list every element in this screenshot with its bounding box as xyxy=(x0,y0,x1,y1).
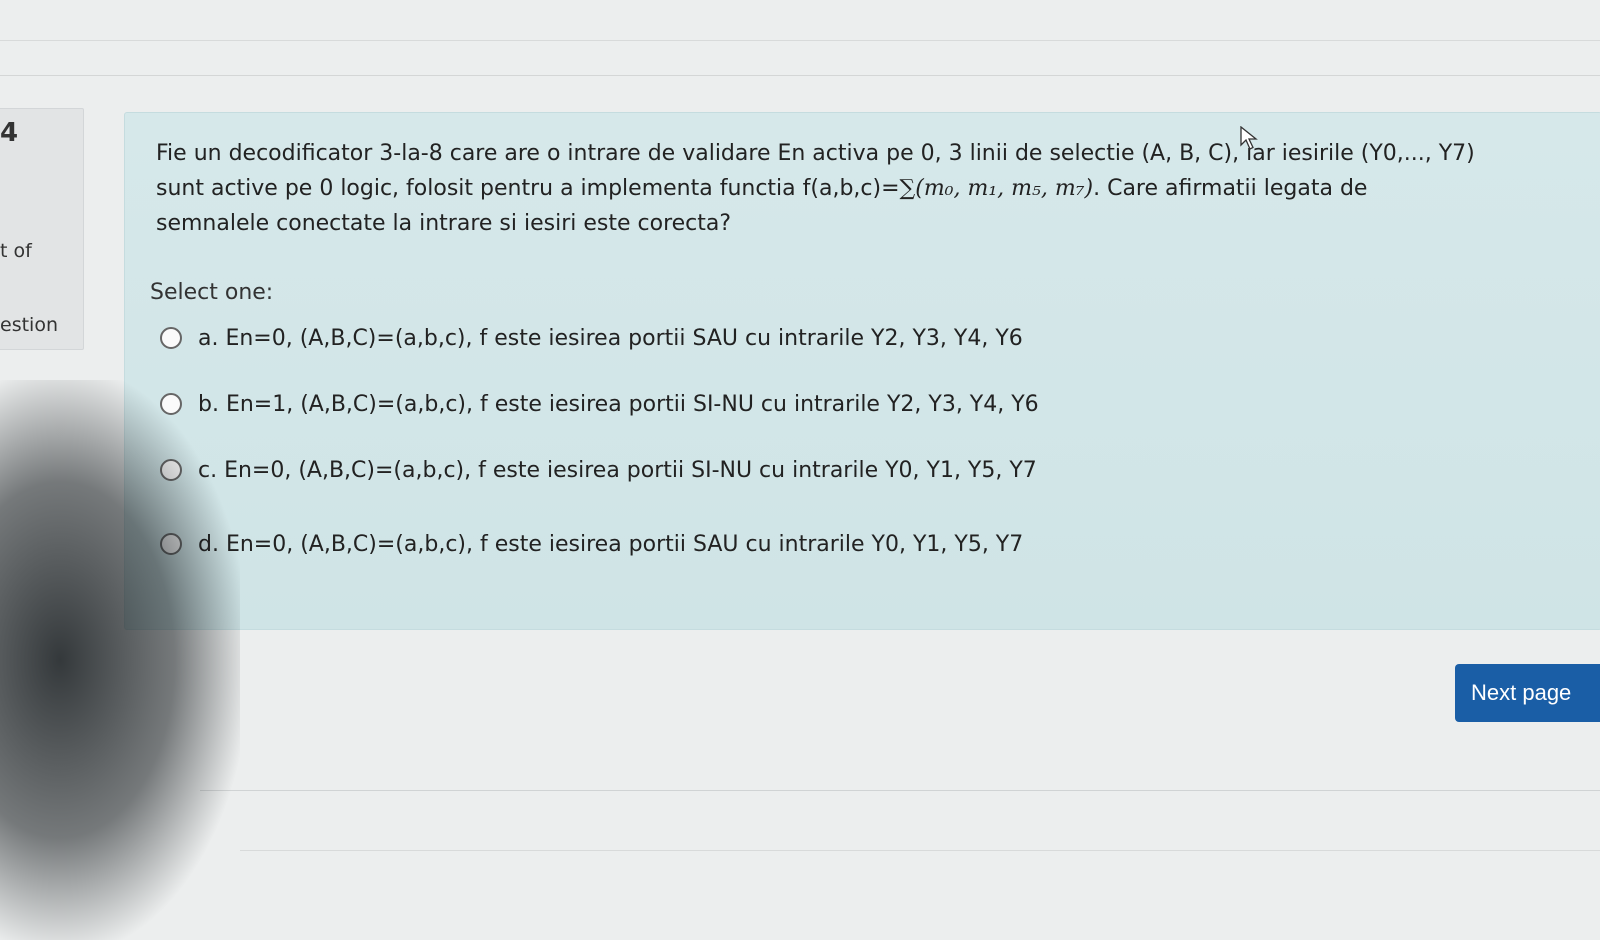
top-divider-2 xyxy=(0,75,1600,76)
answer-option-d[interactable]: d. En=0, (A,B,C)=(a,b,c), f este iesirea… xyxy=(160,526,1023,562)
select-one-label: Select one: xyxy=(150,280,274,305)
question-formula: ∑(m₀, m₁, m₅, m₇) xyxy=(899,176,1094,201)
bottom-divider-2 xyxy=(240,850,1600,851)
question-out-of: t of xyxy=(0,240,32,262)
top-divider xyxy=(0,40,1600,41)
question-number: 4 xyxy=(0,118,19,148)
question-text: Fie un decodificator 3-la-8 care are o i… xyxy=(156,136,1486,241)
option-label-c: c. En=0, (A,B,C)=(a,b,c), f este iesirea… xyxy=(198,457,1037,483)
next-page-button[interactable]: Next page xyxy=(1455,664,1600,722)
radio-button-d[interactable] xyxy=(160,533,182,555)
radio-button-b[interactable] xyxy=(160,393,182,415)
answer-option-b[interactable]: b. En=1, (A,B,C)=(a,b,c), f este iesirea… xyxy=(160,386,1039,422)
bottom-divider xyxy=(200,790,1600,791)
option-label-b: b. En=1, (A,B,C)=(a,b,c), f este iesirea… xyxy=(198,391,1039,417)
flag-question-link[interactable]: estion xyxy=(0,314,58,336)
mouse-pointer-icon xyxy=(1240,125,1258,150)
radio-button-a[interactable] xyxy=(160,327,182,349)
answer-option-a[interactable]: a. En=0, (A,B,C)=(a,b,c), f este iesirea… xyxy=(160,320,1023,356)
radio-button-c[interactable] xyxy=(160,459,182,481)
option-label-a: a. En=0, (A,B,C)=(a,b,c), f este iesirea… xyxy=(198,325,1023,351)
answer-option-c[interactable]: c. En=0, (A,B,C)=(a,b,c), f este iesirea… xyxy=(160,452,1037,488)
option-label-d: d. En=0, (A,B,C)=(a,b,c), f este iesirea… xyxy=(198,531,1024,557)
